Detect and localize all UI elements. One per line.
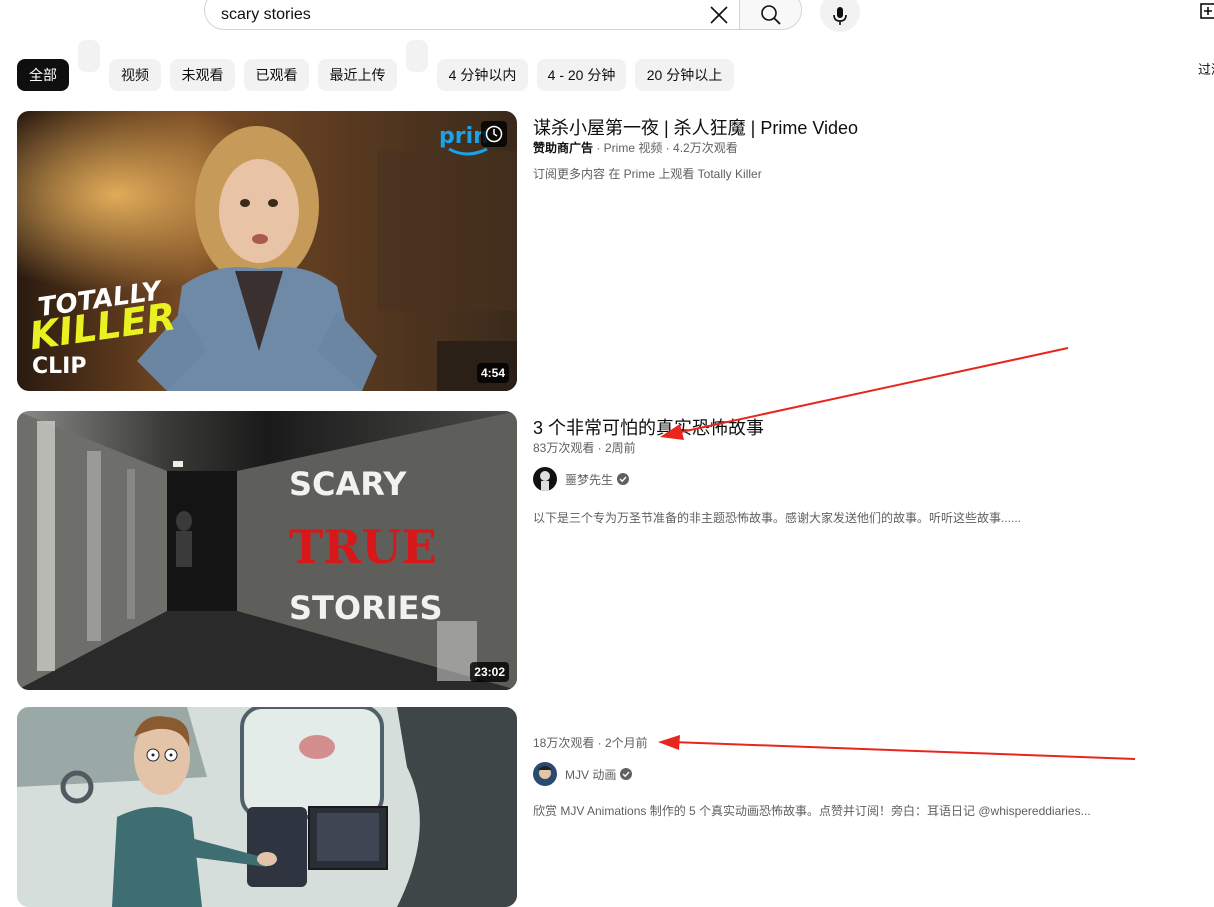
thumbnail-text: STORIES: [289, 589, 443, 627]
video-meta: 83万次观看 · 2周前: [533, 441, 636, 455]
video-meta-text: · Prime 视频 · 4.2万次观看: [593, 141, 738, 155]
thumbnail-text: TRUE: [289, 520, 437, 574]
video-meta: 赞助商广告 · Prime 视频 · 4.2万次观看: [533, 139, 738, 156]
close-icon: [710, 6, 728, 24]
thumbnail-image: SCARY TRUE STORIES: [17, 411, 517, 690]
clock-icon: [485, 125, 503, 143]
video-thumbnail[interactable]: SCARY TRUE STORIES 23:02: [17, 411, 517, 690]
chip-placeholder: [78, 40, 100, 72]
channel-link[interactable]: 噩梦先生: [533, 467, 630, 491]
video-description: 以下是三个专为万圣节准备的非主题恐怖故事。感谢大家发送他们的故事。听听这些故事.…: [533, 511, 1022, 525]
sponsored-label: 赞助商广告: [533, 141, 594, 155]
filter-button[interactable]: 过滤: [1198, 59, 1214, 78]
clear-search-button[interactable]: [699, 0, 739, 29]
video-title[interactable]: 3 个非常可怕的真实恐怖故事: [533, 414, 764, 440]
avatar: [533, 762, 557, 786]
create-icon: [1200, 3, 1214, 19]
chip-all[interactable]: 全部: [17, 59, 69, 91]
channel-name: MJV 动画: [565, 767, 617, 782]
video-title[interactable]: 谋杀小屋第一夜 | 杀人狂魔 | Prime Video: [533, 114, 858, 140]
search-input[interactable]: [205, 0, 699, 29]
video-description: 欣赏 MJV Animations 制作的 5 个真实动画恐怖故事。点赞并订阅！…: [533, 804, 1091, 818]
microphone-icon: [833, 7, 847, 25]
chip-over-20-minutes[interactable]: 20 分钟以上: [635, 59, 734, 91]
annotation-arrow: [658, 735, 1136, 760]
video-duration: 23:02: [470, 662, 509, 682]
video-thumbnail[interactable]: [17, 707, 517, 907]
thumbnail-image: [17, 707, 517, 907]
thumbnail-image: TOTALLY KILLER CLIP prin: [17, 111, 517, 391]
search-box: [204, 0, 802, 30]
avatar: [533, 467, 557, 491]
search-button[interactable]: [739, 0, 801, 29]
thumbnail-text: CLIP: [32, 354, 86, 379]
channel-link[interactable]: MJV 动画: [533, 762, 633, 786]
verified-icon: [620, 768, 633, 780]
verified-icon: [617, 473, 630, 485]
chip-4-to-20-minutes[interactable]: 4 - 20 分钟: [537, 59, 626, 91]
video-thumbnail[interactable]: TOTALLY KILLER CLIP prin 4:54: [17, 111, 517, 391]
chip-recently-uploaded[interactable]: 最近上传: [318, 59, 397, 91]
watch-later-button[interactable]: [481, 121, 507, 147]
chip-videos[interactable]: 视频: [109, 59, 161, 91]
chip-unwatched[interactable]: 未观看: [170, 59, 235, 91]
thumbnail-text: SCARY: [289, 465, 407, 503]
chip-placeholder: [406, 40, 428, 72]
video-meta: 18万次观看 · 2个月前: [533, 736, 648, 750]
create-video-button[interactable]: [1200, 3, 1214, 19]
channel-name: 噩梦先生: [565, 472, 614, 487]
chip-under-4-minutes[interactable]: 4 分钟以内: [437, 59, 528, 91]
search-icon: [760, 5, 781, 25]
voice-search-button[interactable]: [820, 0, 860, 32]
video-description: 订阅更多内容 在 Prime 上观看 Totally Killer: [533, 167, 762, 181]
video-duration: 4:54: [476, 363, 509, 383]
chip-watched[interactable]: 已观看: [244, 59, 309, 91]
